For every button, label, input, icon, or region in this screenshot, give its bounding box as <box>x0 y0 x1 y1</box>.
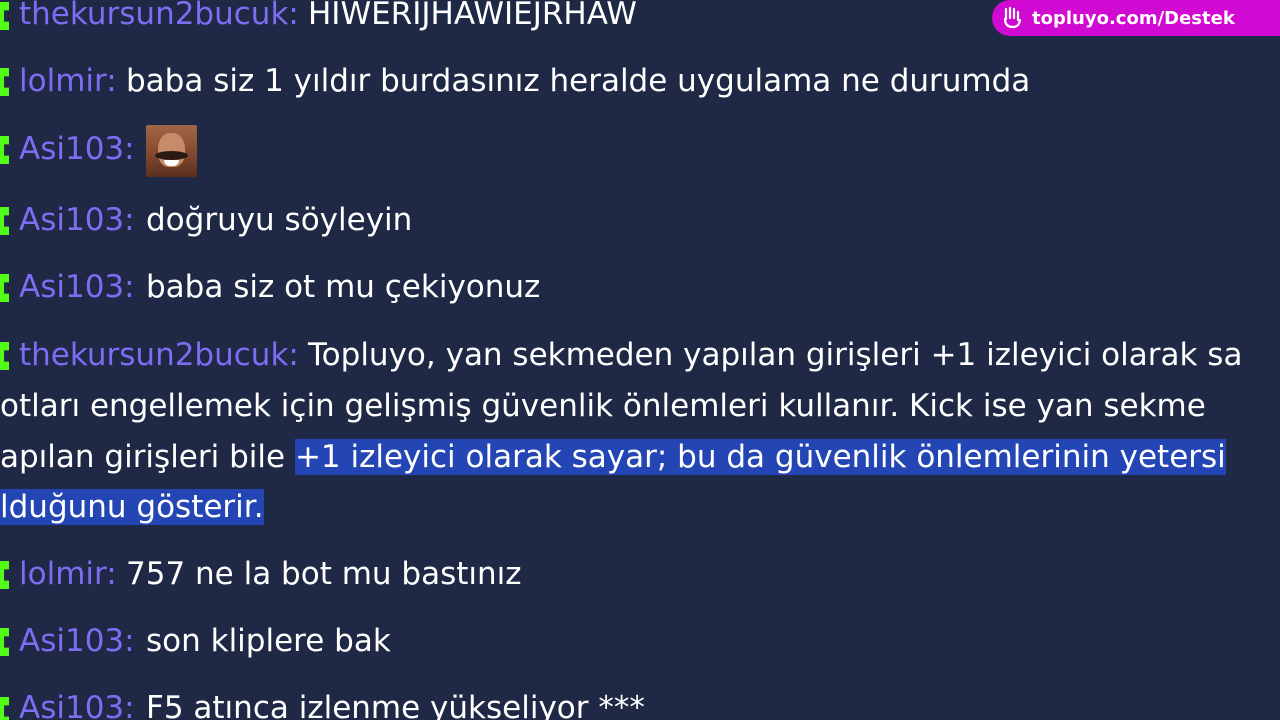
chat-username[interactable]: lolmir: <box>19 554 117 594</box>
chat-text-line: apılan girişleri bile +1 izleyici olarak… <box>0 439 1226 475</box>
kick-badge-icon <box>0 697 9 720</box>
chat-username[interactable]: Asi103: <box>19 200 135 240</box>
chat-username[interactable]: Asi103: <box>19 129 135 169</box>
chat-username[interactable]: Asi103: <box>19 621 135 661</box>
support-link-text: topluyo.com/Destek <box>1032 7 1235 29</box>
selected-text: +1 izleyici olarak sayar; bu da güvenlik… <box>294 439 1226 475</box>
chat-text: 757 ne la bot mu bastınız <box>126 556 522 592</box>
selected-text: lduğunu gösterir. <box>0 489 264 525</box>
laughing-man-emote <box>146 125 197 177</box>
chat-text: doğruyu söyleyin <box>146 202 413 238</box>
chat-text: son kliplere bak <box>146 623 391 659</box>
chat-text-line: otları engellemek için gelişmiş güvenlik… <box>0 388 1206 424</box>
kick-badge-icon <box>0 207 9 235</box>
chat-text: Topluyo, yan sekmeden yapılan girişleri … <box>308 337 1243 373</box>
kick-badge-icon <box>0 628 9 656</box>
chat-panel: thekursun2bucuk: HIWERIJHAWIEJRHAW lolmi… <box>0 0 1280 720</box>
chat-username[interactable]: thekursun2bucuk: <box>19 0 299 34</box>
chat-text: F5 atınca izlenme yükseliyor *** <box>146 690 645 720</box>
kick-badge-icon <box>0 274 9 302</box>
chat-username[interactable]: Asi103: <box>19 267 135 307</box>
kick-badge-icon <box>0 136 9 164</box>
chat-text-line: lduğunu gösterir. <box>0 483 264 531</box>
kick-badge-icon <box>0 68 9 96</box>
kick-badge-icon <box>0 2 9 30</box>
kick-badge-icon <box>0 342 9 370</box>
support-link[interactable]: topluyo.com/Destek <box>992 0 1280 36</box>
chat-text: HIWERIJHAWIEJRHAW <box>308 0 637 32</box>
chat-username[interactable]: Asi103: <box>19 688 135 720</box>
chat-username[interactable]: lolmir: <box>19 61 117 101</box>
chat-text: baba siz 1 yıldır burdasınız heralde uyg… <box>126 63 1031 99</box>
hand-icon <box>1002 6 1022 29</box>
kick-badge-icon <box>0 561 9 589</box>
chat-username[interactable]: thekursun2bucuk: <box>19 335 299 375</box>
chat-text: baba siz ot mu çekiyonuz <box>146 269 541 305</box>
